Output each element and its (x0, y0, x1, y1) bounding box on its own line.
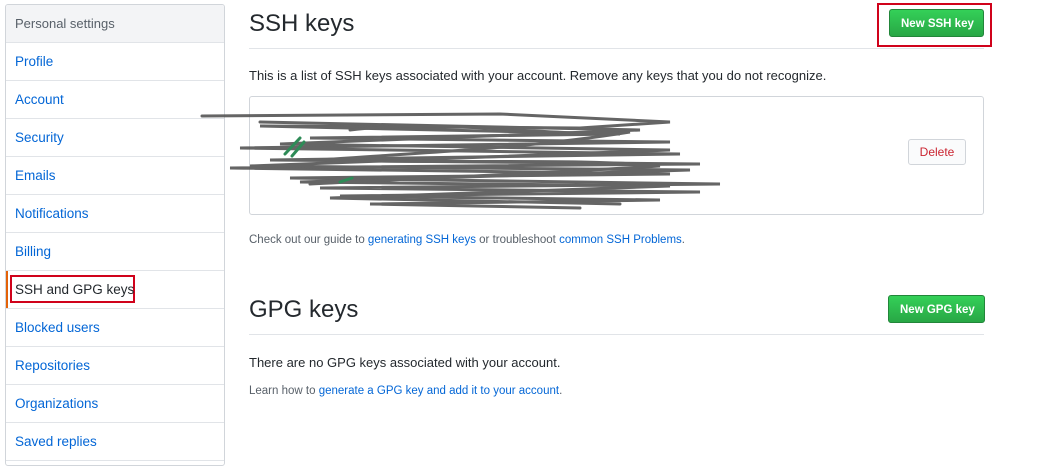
sidebar-header: Personal settings (6, 5, 224, 43)
sidebar-item-notifications[interactable]: Notifications (6, 195, 224, 233)
sidebar-item-repositories[interactable]: Repositories (6, 347, 224, 385)
sidebar-item-organizations[interactable]: Organizations (6, 385, 224, 423)
gpg-keys-title: GPG keys (249, 296, 359, 323)
sidebar-item-label: Emails (15, 168, 56, 183)
learn-suffix-text: . (559, 385, 563, 397)
sidebar-item-label: Account (15, 92, 64, 107)
sidebar-item-label: Notifications (15, 206, 89, 221)
new-ssh-key-button[interactable]: New SSH key (889, 9, 984, 37)
settings-sidebar: Personal settings Profile Account Securi… (5, 4, 225, 466)
sidebar-item-label: Blocked users (15, 320, 100, 335)
sidebar-item-blocked-users[interactable]: Blocked users (6, 309, 224, 347)
sidebar-item-billing[interactable]: Billing (6, 233, 224, 271)
gpg-title-divider (249, 334, 984, 335)
generating-ssh-keys-link[interactable]: generating SSH keys (368, 234, 476, 246)
guide-suffix-text: . (681, 234, 685, 246)
sidebar-item-ssh-gpg-keys[interactable]: SSH and GPG keys (6, 271, 224, 309)
gpg-empty-message: There are no GPG keys associated with yo… (249, 355, 561, 370)
sidebar-item-label: Saved replies (15, 434, 97, 449)
ssh-guide-text: Check out our guide to generating SSH ke… (249, 234, 685, 246)
common-ssh-problems-link[interactable]: common SSH Problems (559, 234, 682, 246)
learn-prefix-text: Learn how to (249, 385, 319, 397)
sidebar-item-saved-replies[interactable]: Saved replies (6, 423, 224, 461)
sidebar-item-security[interactable]: Security (6, 119, 224, 157)
sidebar-item-label: SSH and GPG keys (15, 282, 135, 297)
ssh-title-divider (249, 48, 984, 49)
ssh-keys-title: SSH keys (249, 10, 355, 37)
sidebar-item-account[interactable]: Account (6, 81, 224, 119)
gpg-learn-text: Learn how to generate a GPG key and add … (249, 385, 562, 397)
sidebar-item-label: Organizations (15, 396, 99, 411)
sidebar-item-label: Repositories (15, 358, 91, 373)
redacted-key-scribble (200, 112, 721, 210)
sidebar-item-label: Profile (15, 54, 54, 69)
guide-middle-text: or troubleshoot (475, 234, 560, 246)
new-gpg-key-button[interactable]: New GPG key (888, 295, 985, 323)
sidebar-item-profile[interactable]: Profile (6, 43, 224, 81)
sidebar-item-label: Billing (15, 244, 52, 259)
sidebar-item-label: Security (15, 130, 64, 145)
sidebar-item-emails[interactable]: Emails (6, 157, 224, 195)
generate-gpg-key-link[interactable]: generate a GPG key and add it to your ac… (319, 385, 559, 397)
ssh-description: This is a list of SSH keys associated wi… (249, 68, 827, 83)
delete-ssh-key-button[interactable]: Delete (908, 139, 966, 165)
guide-prefix-text: Check out our guide to (249, 234, 368, 246)
